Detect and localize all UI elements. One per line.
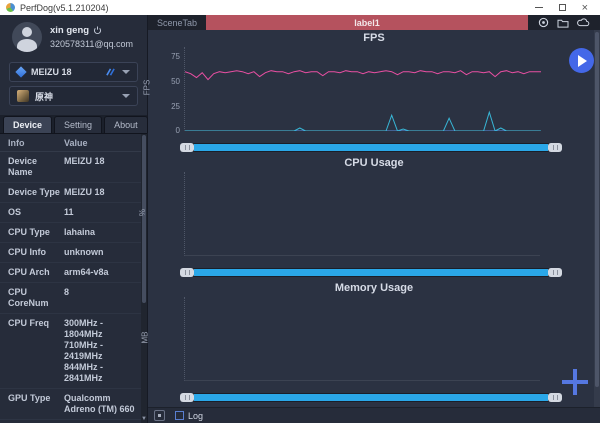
time-range-slider[interactable] (180, 268, 562, 277)
slider-fill[interactable] (194, 144, 548, 151)
slider-handle-right[interactable] (548, 268, 562, 277)
table-row: Device NameMEIZU 18 (0, 152, 147, 183)
user-panel: xin geng 320578311@qq.com (0, 15, 147, 58)
memory-chart: Memory Usage MB (148, 282, 600, 407)
device-icon (15, 66, 26, 77)
app-logo-icon (6, 3, 15, 12)
table-row: CPU Archarm64-v8a (0, 263, 147, 283)
slider-fill[interactable] (194, 269, 548, 276)
avatar (12, 22, 42, 52)
window-title: PerfDog(v5.1.210204) (20, 3, 535, 13)
table-row: CPU CoreNum8 (0, 283, 147, 314)
memory-plot[interactable] (184, 297, 540, 381)
scene-tab-bar: SceneTab label1 (148, 15, 600, 30)
add-label-button[interactable] (562, 369, 588, 395)
sidebar-scrollbar[interactable]: ▼ (141, 134, 147, 423)
app-select-value: 原神 (35, 90, 116, 103)
bottom-bar: Log (148, 407, 600, 423)
sidebar: xin geng 320578311@qq.com MEIZU 18 原神 (0, 15, 148, 423)
panel-toggle-button[interactable] (154, 410, 165, 421)
chart-title: Memory Usage (148, 282, 600, 295)
table-row: CPU Infounknown (0, 243, 147, 263)
refresh-brush-icon[interactable] (105, 68, 116, 77)
tab-about[interactable]: About (104, 116, 148, 133)
x-axis-ticks (184, 381, 552, 392)
device-select-value: MEIZU 18 (31, 67, 99, 77)
maximize-button[interactable] (559, 4, 566, 11)
tab-setting[interactable]: Setting (54, 116, 102, 133)
y-axis-label: % (138, 209, 147, 216)
slider-handle-left[interactable] (180, 393, 194, 402)
fps-plot[interactable] (184, 47, 540, 131)
slider-handle-left[interactable] (180, 268, 194, 277)
y-axis-label: FPS (142, 80, 151, 96)
slider-handle-left[interactable] (180, 143, 194, 152)
app-select[interactable]: 原神 (9, 86, 138, 106)
y-axis-label: MB (141, 332, 150, 344)
device-info-table: Info Value Device NameMEIZU 18Device Typ… (0, 134, 147, 423)
main-panel: SceneTab label1 FPS (148, 15, 600, 423)
time-range-slider[interactable] (180, 143, 562, 152)
sidebar-tabs: DeviceSettingAbout (0, 115, 147, 134)
cloud-upload-button[interactable] (577, 18, 590, 27)
charts-area: FPS FPS 0255075 (148, 30, 600, 407)
user-email: 320578311@qq.com (50, 39, 133, 49)
x-axis-ticks (184, 256, 552, 267)
chevron-down-icon (122, 70, 130, 74)
device-info-table-body: Device NameMEIZU 18Device TypeMEIZU 18OS… (0, 152, 147, 423)
chart-title: CPU Usage (148, 157, 600, 170)
close-button[interactable]: × (582, 4, 588, 12)
slider-handle-right[interactable] (548, 143, 562, 152)
slider-handle-right[interactable] (548, 393, 562, 402)
title-bar: PerfDog(v5.1.210204) × (0, 0, 600, 15)
logout-icon[interactable] (93, 26, 102, 35)
mark-point-button[interactable] (538, 17, 549, 28)
scrollbar-thumb[interactable] (142, 135, 146, 303)
tab-device[interactable]: Device (3, 116, 52, 133)
header-value: Value (64, 138, 88, 148)
scroll-down-arrow-icon[interactable]: ▼ (141, 416, 147, 422)
minimize-button[interactable] (535, 7, 543, 8)
table-row: CPU Freq300MHz - 1804MHz 710MHz - 2419MH… (0, 314, 147, 389)
table-header: Info Value (0, 134, 147, 152)
chart-title: FPS (148, 32, 600, 45)
time-range-slider[interactable] (180, 393, 562, 402)
fps-chart: FPS FPS 0255075 (148, 32, 600, 157)
open-file-button[interactable] (557, 18, 569, 28)
chevron-down-icon (122, 94, 130, 98)
header-info: Info (0, 138, 64, 148)
log-checkbox[interactable] (175, 411, 184, 420)
slider-fill[interactable] (194, 394, 548, 401)
table-row: Device TypeMEIZU 18 (0, 183, 147, 203)
x-axis-ticks (184, 131, 552, 142)
app-thumbnail-icon (17, 90, 29, 102)
user-name: xin geng (50, 25, 89, 36)
charts-scrollbar[interactable] (594, 30, 600, 407)
tab-label1[interactable]: label1 (206, 15, 528, 30)
device-select[interactable]: MEIZU 18 (9, 62, 138, 82)
cpu-chart: CPU Usage % (148, 157, 600, 282)
table-row: CPU Typelahaina (0, 223, 147, 243)
scrollbar-thumb[interactable] (595, 32, 599, 386)
cpu-plot[interactable] (184, 172, 540, 256)
log-checkbox-label: Log (188, 411, 203, 421)
scene-tab-label: SceneTab (148, 15, 206, 30)
play-button[interactable] (569, 48, 594, 73)
table-row: GPU TypeQualcomm Adreno (TM) 660 (0, 389, 147, 420)
table-row: OS11 (0, 203, 147, 223)
